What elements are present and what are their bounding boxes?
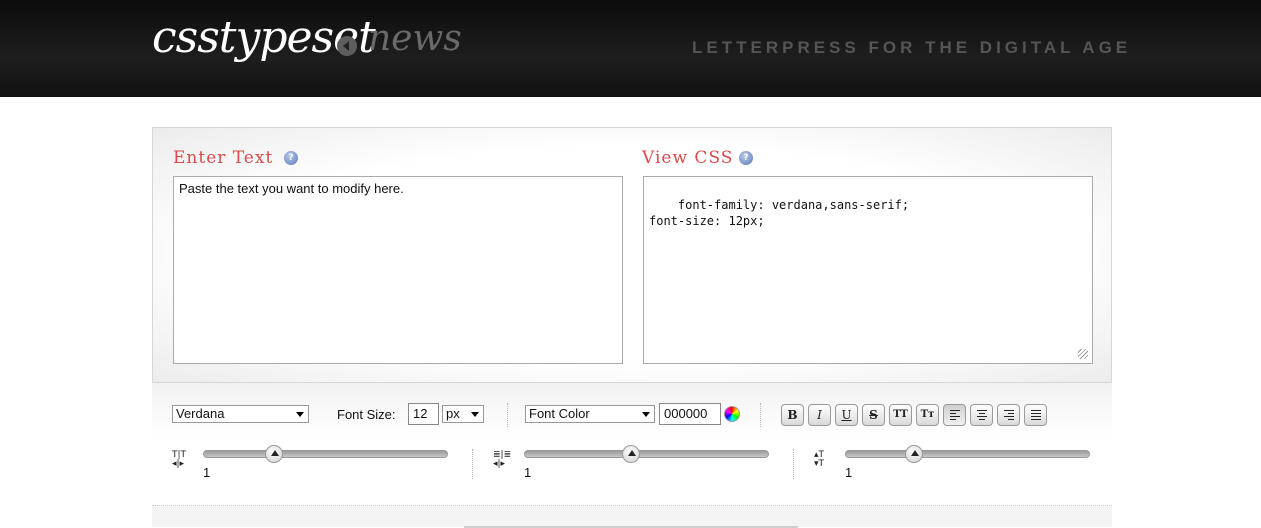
italic-button[interactable]: I — [808, 404, 831, 426]
align-left-button[interactable] — [943, 404, 966, 426]
divider — [507, 403, 508, 427]
enter-text-input[interactable]: Paste the text you want to modify here. — [173, 176, 623, 364]
enter-text-title: Enter Text — [173, 148, 274, 168]
align-center-icon — [977, 410, 987, 421]
back-arrow-icon[interactable] — [337, 36, 357, 56]
bold-button[interactable]: B — [781, 404, 804, 426]
word-spacing-slider[interactable] — [524, 445, 769, 463]
strikethrough-button[interactable]: S — [862, 404, 885, 426]
underline-button[interactable]: U — [835, 404, 858, 426]
slider-thumb[interactable] — [621, 445, 640, 463]
font-color-select[interactable]: Font Color — [525, 405, 655, 423]
word-spacing-value: 1 — [524, 465, 532, 480]
css-output-text: font-family: verdana,sans-serif; font-si… — [649, 198, 910, 228]
align-justify-button[interactable] — [1024, 404, 1047, 426]
align-left-icon — [950, 410, 960, 421]
letter-spacing-icon: T|T ◂|▸ — [172, 450, 187, 469]
align-justify-icon — [1031, 410, 1041, 421]
site-header: csstypeset news LETTERPRESS FOR THE DIGI… — [0, 0, 1261, 97]
editor-panel: Enter Text ? Paste the text you want to … — [152, 127, 1112, 383]
word-spacing-icon: ≣|≣ ◂|▸ — [493, 450, 512, 469]
line-height-value: 1 — [845, 465, 853, 480]
line-height-icon: ▴T ▾T — [814, 450, 825, 469]
divider — [793, 449, 794, 479]
view-css-title: View CSS — [642, 148, 734, 168]
tagline: LETTERPRESS FOR THE DIGITAL AGE — [692, 38, 1132, 57]
slider-thumb[interactable] — [904, 445, 923, 463]
font-family-select[interactable]: Verdana — [172, 405, 309, 423]
divider — [472, 449, 473, 479]
slider-thumb[interactable] — [264, 445, 283, 463]
footer-band — [152, 505, 1112, 528]
font-unit-value: px — [446, 406, 460, 421]
font-color-input[interactable]: 000000 — [659, 403, 721, 425]
align-right-button[interactable] — [997, 404, 1020, 426]
chevron-down-icon — [642, 412, 650, 417]
enter-text-help-icon[interactable]: ? — [284, 151, 298, 165]
letter-spacing-slider[interactable] — [203, 445, 448, 463]
color-picker-icon[interactable] — [724, 406, 740, 422]
font-size-input[interactable]: 12 — [408, 403, 439, 425]
align-right-icon — [1004, 410, 1014, 421]
line-height-slider[interactable] — [845, 445, 1090, 463]
font-size-label: Font Size: — [337, 407, 396, 422]
news-link[interactable]: news — [368, 18, 462, 59]
divider — [760, 403, 761, 427]
capitalize-button[interactable]: Tт — [916, 404, 939, 426]
font-family-value: Verdana — [176, 406, 225, 421]
chevron-down-icon — [296, 412, 304, 417]
uppercase-button[interactable]: TT — [889, 404, 912, 426]
font-unit-select[interactable]: px — [442, 405, 484, 423]
view-css-help-icon[interactable]: ? — [739, 151, 753, 165]
css-output[interactable]: font-family: verdana,sans-serif; font-si… — [643, 176, 1093, 364]
letter-spacing-value: 1 — [203, 465, 211, 480]
resize-grip-icon[interactable] — [1078, 349, 1088, 359]
align-center-button[interactable] — [970, 404, 993, 426]
chevron-down-icon — [471, 412, 479, 417]
font-color-label: Font Color — [529, 406, 590, 421]
controls-bar: Verdana Font Size: 12 px Font Color 0000… — [152, 383, 1112, 505]
